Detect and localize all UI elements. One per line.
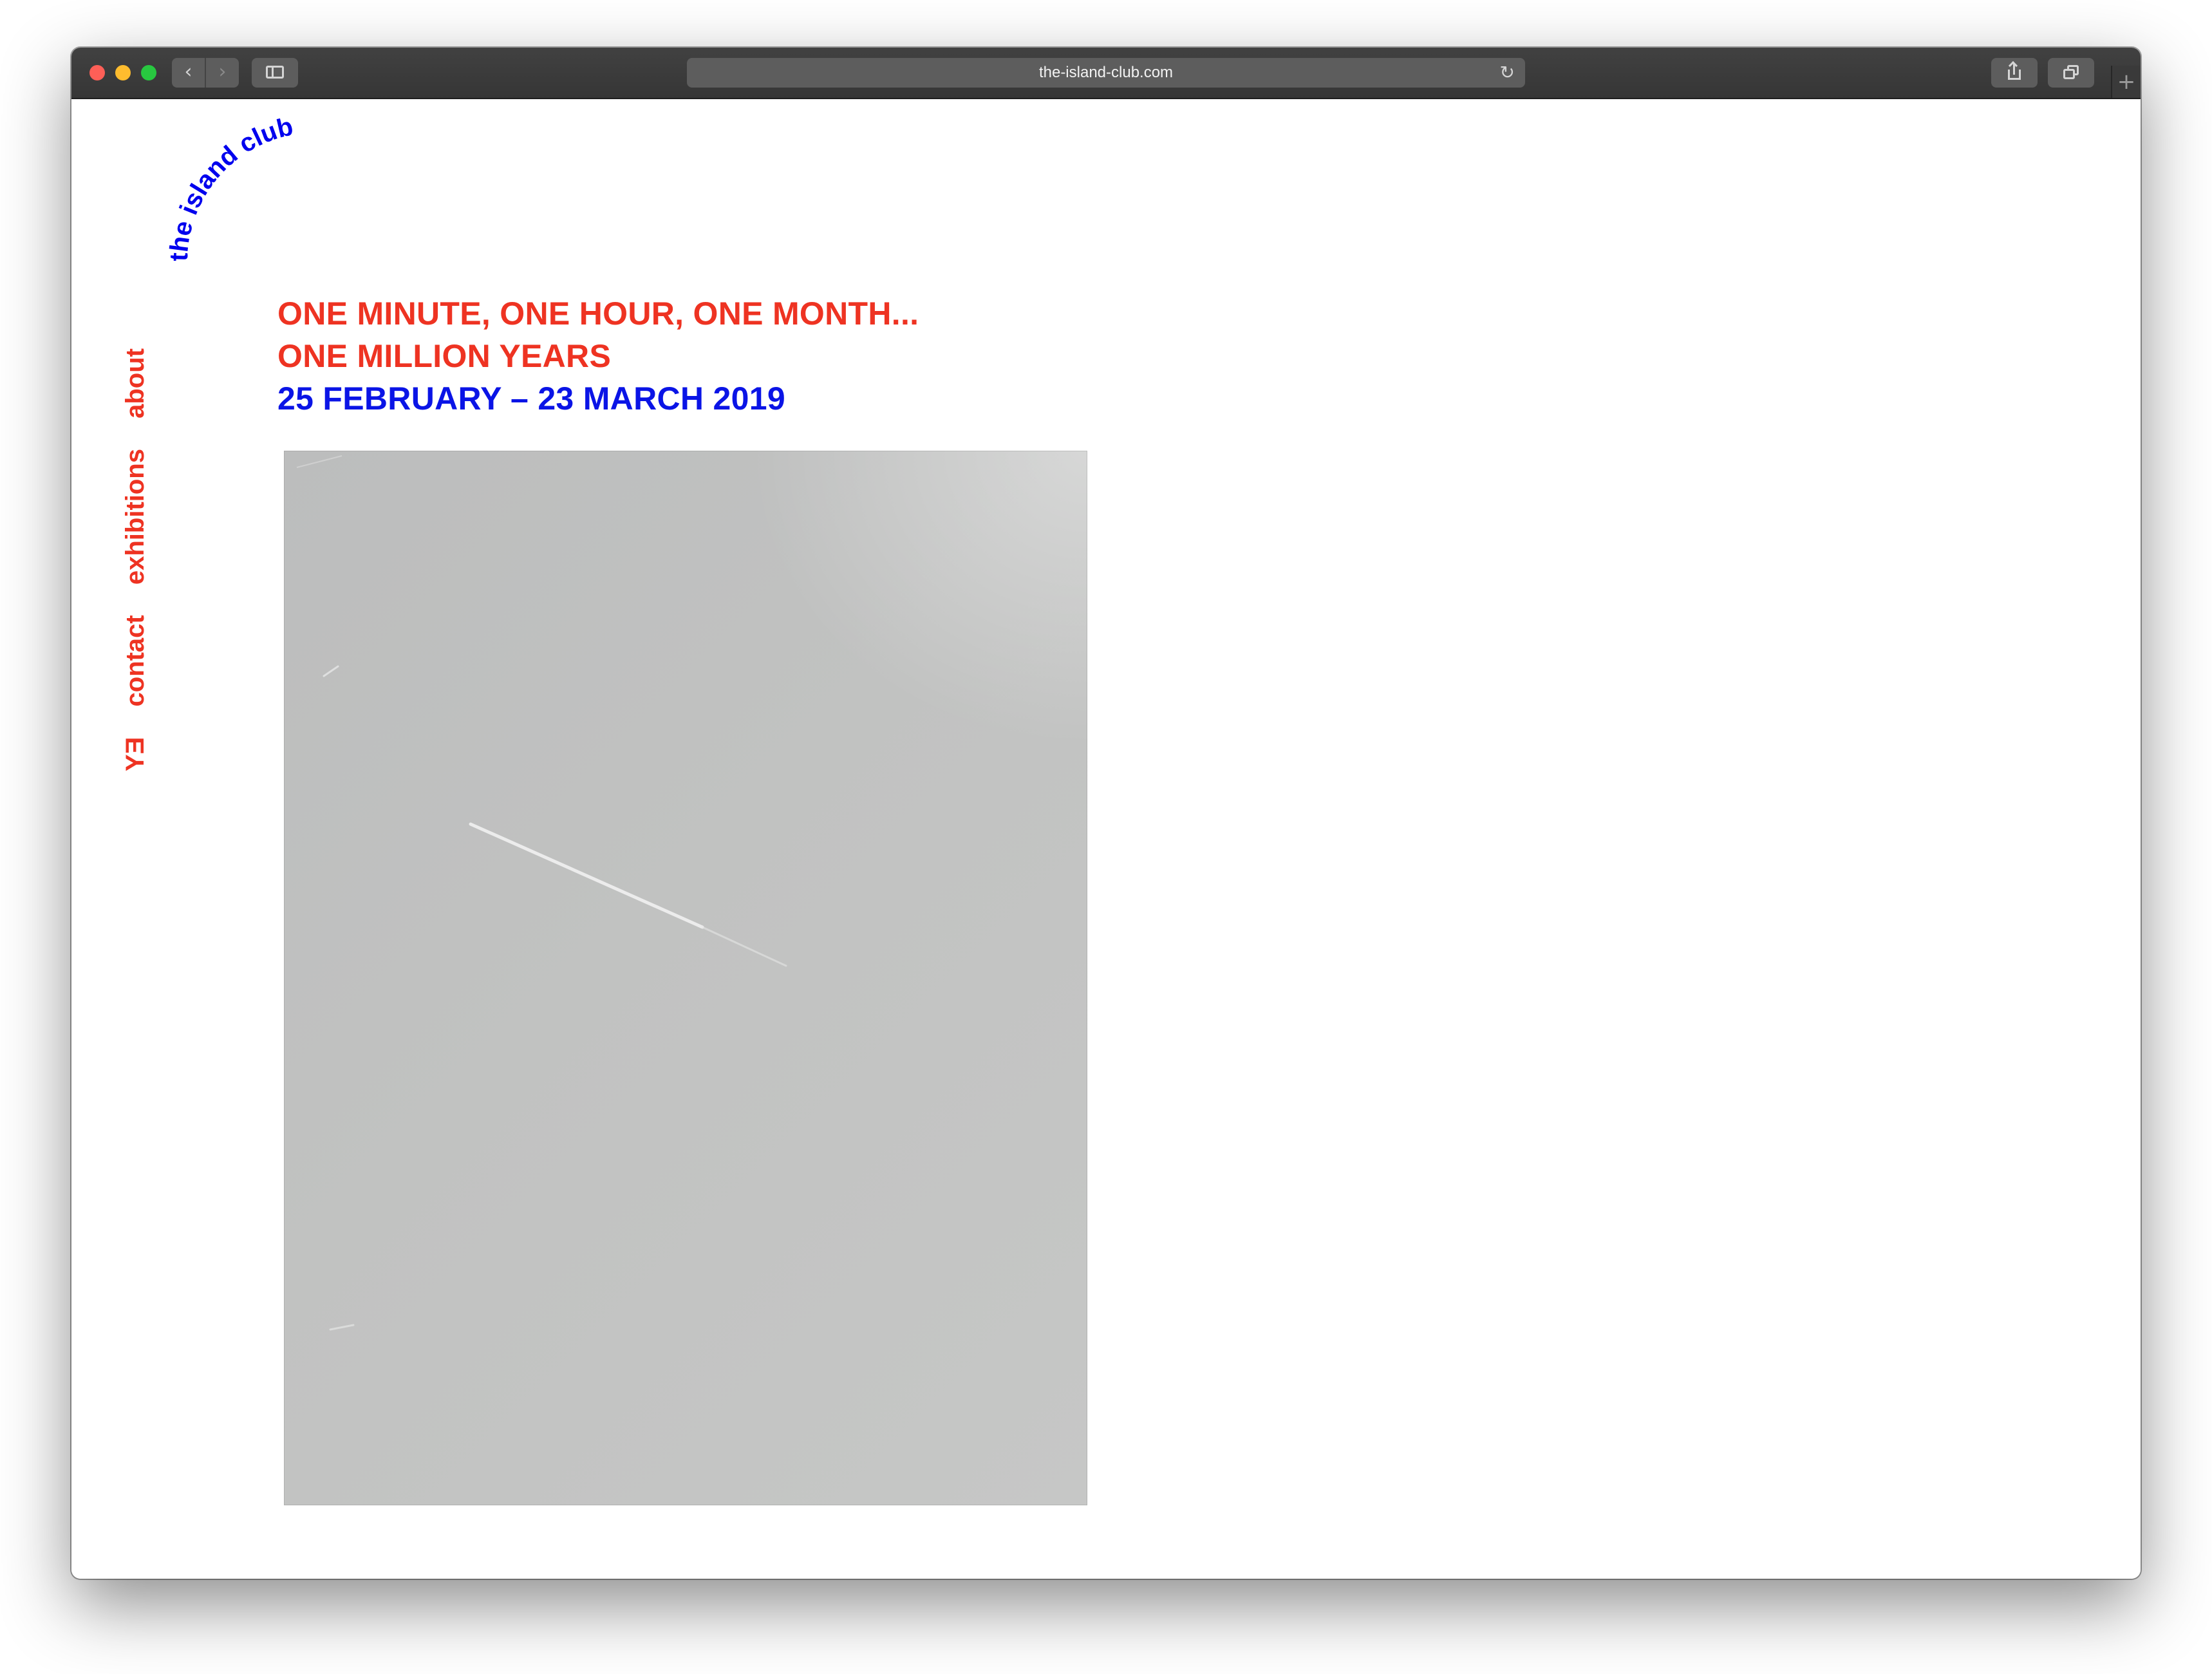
- exhibition-image: [284, 451, 1087, 1505]
- history-nav: ‹ ›: [172, 58, 239, 88]
- share-button[interactable]: [1991, 58, 2038, 88]
- site-logo[interactable]: the island club: [110, 107, 316, 313]
- exhibition-dates: 25 FEBRUARY – 23 MARCH 2019: [277, 381, 785, 417]
- side-navigation: EY contact exhibitions about: [120, 325, 150, 771]
- nav-link-about[interactable]: about: [120, 348, 150, 418]
- reload-icon[interactable]: ↻: [1500, 58, 1515, 88]
- browser-toolbar: ‹ › the-island-club.com ↻ +: [71, 48, 2141, 99]
- minimize-window-button[interactable]: [115, 65, 131, 80]
- forward-button[interactable]: ›: [206, 58, 239, 88]
- nav-link-ey[interactable]: EY: [120, 737, 150, 771]
- chevron-left-icon: ‹: [184, 61, 192, 83]
- new-tab-button[interactable]: +: [2111, 66, 2141, 98]
- nav-link-contact[interactable]: contact: [120, 615, 150, 706]
- back-button[interactable]: ‹: [172, 58, 205, 88]
- nav-link-exhibitions[interactable]: exhibitions: [120, 449, 150, 585]
- exhibition-heading: ONE MINUTE, ONE HOUR, ONE MONTH... ONE M…: [277, 292, 919, 420]
- sidebar-toggle-button[interactable]: [252, 58, 298, 88]
- tab-overview-button[interactable]: [2048, 58, 2094, 88]
- close-window-button[interactable]: [89, 65, 105, 80]
- sidebar-icon: [266, 66, 284, 79]
- share-arrowhead: [2008, 61, 2018, 71]
- exhibition-title-line-1: ONE MINUTE, ONE HOUR, ONE MONTH...: [277, 296, 919, 332]
- logo-text: the island club: [165, 112, 295, 261]
- address-bar[interactable]: the-island-club.com ↻: [687, 58, 1525, 88]
- artwork-scratches: [296, 455, 787, 1331]
- url-text: the-island-club.com: [1038, 64, 1174, 81]
- chevron-right-icon: ›: [218, 61, 227, 83]
- tabs-icon-front: [2063, 69, 2075, 79]
- exhibition-title-line-2: ONE MILLION YEARS: [277, 338, 612, 374]
- zoom-window-button[interactable]: [141, 65, 156, 80]
- page-content: the island club EY contact exhibitions a…: [71, 99, 2141, 1579]
- browser-window: ‹ › the-island-club.com ↻ + the island c…: [71, 48, 2141, 1579]
- plus-icon: +: [2117, 69, 2136, 95]
